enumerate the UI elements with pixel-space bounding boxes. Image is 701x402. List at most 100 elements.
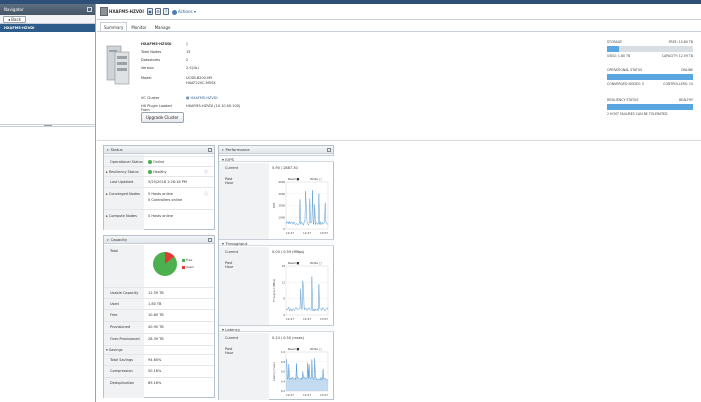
- row-key: Last Updated: [110, 180, 134, 184]
- pin-icon[interactable]: [87, 7, 92, 12]
- x-tick-label: 13:07: [320, 231, 328, 235]
- help-icon[interactable]: ?: [163, 8, 169, 15]
- legend-used: Used: [182, 265, 194, 269]
- row-key: Over-Provisioned: [110, 337, 140, 341]
- capacity-row: Used 1.80 TB: [104, 298, 214, 309]
- maximize-icon[interactable]: [208, 238, 212, 242]
- cluster-link-icon: ▦: [186, 96, 190, 100]
- y-tick-label: 2000: [278, 204, 285, 208]
- status-portlet-header[interactable]: ▾ Status: [104, 146, 214, 154]
- row-value: 28.39 TB: [148, 337, 164, 341]
- op-status-bar: [607, 74, 693, 80]
- x-tick-label: 12:27: [286, 393, 294, 397]
- capacity-portlet-header[interactable]: ▾ Capacity: [104, 236, 214, 244]
- row-key: Current: [225, 336, 239, 340]
- row-key: Current: [225, 250, 239, 254]
- resiliency-bar: [607, 104, 693, 110]
- row-value: 5 Hosts online: [148, 192, 173, 196]
- legend-used-label: Used: [186, 265, 194, 269]
- navigator-panel: Navigator ◂ Back HXAFM5-HZVDI: [0, 4, 96, 402]
- online-status-icon: [148, 160, 152, 164]
- y-tick-label: 0.2: [281, 389, 285, 393]
- y-tick-label: 4000: [278, 180, 285, 184]
- storage-free: FREE: 10.80 TB: [668, 40, 693, 44]
- field-key: Version: [141, 66, 154, 70]
- field-value: 15: [186, 50, 191, 54]
- x-tick-label: 12:27: [286, 317, 294, 321]
- maximize-icon[interactable]: [327, 148, 331, 152]
- legend-write-label: Write □: [310, 261, 322, 265]
- iops-section-header[interactable]: ▾ IOPS: [219, 155, 334, 162]
- status-row-resiliency[interactable]: ▸ Resiliency Status Healthy ⓘ: [104, 166, 214, 176]
- x-tick-label: 12:47: [303, 317, 311, 321]
- status-row-converged[interactable]: ▸ Converged Nodes 5 Hosts online 0 Contr…: [104, 187, 214, 209]
- resiliency-header: RESILIENCY STATUS HEALTHY: [607, 98, 693, 103]
- y-tick-label: 18: [282, 264, 286, 268]
- x-tick-label: 13:07: [320, 393, 328, 397]
- iops-chart: Read ■ Write □40003000200010000IOPS12:27 1…: [273, 177, 328, 235]
- row-value: 0.24 / 0.50 (msec): [272, 336, 305, 340]
- legend-swatch-free: [182, 258, 185, 262]
- capacity-row: Usable Capacity 12.59 TB: [104, 287, 214, 298]
- vc-cluster-link[interactable]: ▦ HXAFM5-HZVDI: [186, 96, 218, 100]
- snapshot-icon[interactable]: ▣: [147, 8, 153, 15]
- capacity-row: Provisioned 40.90 TB: [104, 321, 214, 333]
- x-tick-label: 12:27: [286, 231, 294, 235]
- resiliency-footer: 2 HOST FAILURES CAN BE TOLERATED: [607, 112, 693, 117]
- op-status-bar-fill: [607, 74, 693, 80]
- back-button[interactable]: ◂ Back: [3, 16, 26, 23]
- converged-nodes: CONVERGED NODES: 5: [607, 82, 644, 86]
- row-key: Deduplication: [110, 381, 135, 385]
- storage-capacity: CAPACITY: 12.59 TB: [661, 54, 693, 58]
- controllers: CONTROLLERS: 10: [663, 82, 693, 86]
- info-icon[interactable]: ⓘ: [204, 169, 208, 175]
- latency-section-header[interactable]: ▾ Latency: [219, 325, 334, 332]
- row-value: 89.16%: [148, 381, 162, 385]
- resiliency-value: HEALTHY: [678, 98, 693, 102]
- row-value: 5/25/2018 1:26:16 PM: [148, 180, 187, 184]
- savings-header[interactable]: ▾ Savings: [104, 345, 214, 354]
- y-tick-label: 12: [282, 280, 286, 284]
- navigator-splitter[interactable]: [0, 124, 95, 127]
- row-key: Compute Nodes: [108, 214, 137, 218]
- row-key: Compression: [110, 369, 133, 373]
- capacity-pie-chart: [153, 252, 177, 276]
- field-key: HX Plugin Loaded From: [141, 104, 172, 112]
- navigator-item-selected[interactable]: HXAFM5-HZVDI: [0, 24, 95, 32]
- maximize-icon[interactable]: [208, 148, 212, 152]
- field-value: 2.5(1b): [186, 66, 199, 70]
- actions-label: Actions: [178, 9, 193, 14]
- storage-footer: USED: 1.80 TB CAPACITY: 12.59 TB: [607, 54, 693, 59]
- grip-icon: [44, 125, 52, 126]
- performance-portlet-header[interactable]: ▾ Performance: [219, 146, 333, 154]
- legend-swatch-used: [182, 265, 185, 269]
- y-tick-label: 6: [283, 297, 285, 301]
- upgrade-cluster-button[interactable]: Upgrade Cluster: [141, 112, 184, 123]
- x-tick-label: 12:47: [303, 393, 311, 397]
- back-button-label: Back: [11, 17, 21, 22]
- row-value: 12.59 TB: [148, 291, 164, 295]
- summary-name: HXAFM5-HZVDI: [141, 42, 172, 46]
- field-value: HXAFM5-HZVDI (10.10.50.100): [186, 104, 241, 108]
- field-value: UCSB-B200-M5 HXAF220C-M5SX: [186, 76, 216, 85]
- y-tick-label: 1.0: [281, 350, 285, 354]
- capacity-row: Free 10.80 TB: [104, 309, 214, 321]
- row-value: 1.80 TB: [148, 302, 162, 306]
- tab-underline: [97, 31, 701, 32]
- actions-menu[interactable]: Actions ▾: [172, 8, 196, 15]
- info-icon[interactable]: ⓘ: [204, 191, 208, 197]
- field-key: Model: [141, 76, 152, 80]
- capacity-total-row: Total Free Used: [104, 246, 214, 286]
- capacity-title: Capacity: [110, 237, 128, 242]
- manage-icon[interactable]: ⚙: [155, 8, 161, 15]
- status-row-last-updated: Last Updated 5/25/2018 1:26:16 PM: [104, 176, 214, 187]
- row-key: Past Hour: [225, 261, 234, 269]
- row-value: 50.16%: [148, 369, 162, 373]
- status-title: Status: [110, 147, 123, 152]
- throughput-section-header[interactable]: ▾ Throughput: [219, 239, 334, 246]
- section-name: Throughput: [225, 241, 248, 246]
- legend-read-label: Read ■: [288, 347, 299, 351]
- throughput-chart: Read ■ Write □181260Throughput (MBps)12:2…: [273, 261, 328, 321]
- y-tick-label: 0.6: [281, 370, 285, 374]
- status-row-compute[interactable]: ▸ Compute Nodes 0 Hosts online: [104, 209, 214, 221]
